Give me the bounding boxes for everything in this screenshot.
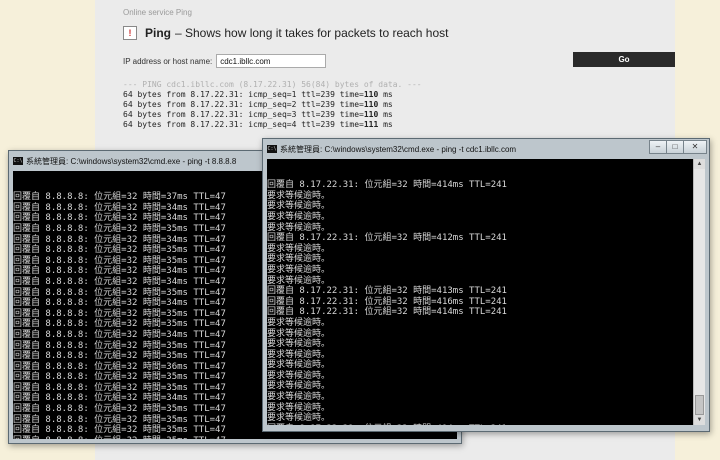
vertical-scrollbar[interactable]: ▲ ▼ xyxy=(693,159,705,425)
console-line: 要求等候逾時。 xyxy=(267,275,331,286)
console-line: 要求等候逾時。 xyxy=(267,413,331,424)
console-line: 要求等候逾時。 xyxy=(267,190,331,201)
page-subtitle: – Shows how long it takes for packets to… xyxy=(175,26,449,40)
console-line: 要求等候逾時。 xyxy=(267,349,331,360)
console-line: 要求等候逾時。 xyxy=(267,317,331,328)
scroll-up-icon[interactable]: ▲ xyxy=(694,159,705,169)
console-line: 要求等候逾時。 xyxy=(267,211,331,222)
scroll-down-icon[interactable]: ▼ xyxy=(694,415,705,425)
console-line: 要求等候逾時。 xyxy=(267,328,331,339)
console-line: 回覆自 8.17.22.31: 位元組=32 時間=412ms TTL=241 xyxy=(267,233,507,244)
cmd-console[interactable]: 回覆自 8.17.22.31: 位元組=32 時間=414ms TTL=241 要… xyxy=(267,159,693,425)
console-line: 回覆自 8.17.22.31: 位元組=32 時間=414ms TTL=241 xyxy=(267,307,507,318)
host-label: IP address or host name: xyxy=(123,56,213,66)
host-row: IP address or host name: xyxy=(123,54,327,68)
console-line: 要求等候逾時。 xyxy=(267,402,331,413)
close-button[interactable]: ✕ xyxy=(683,140,707,154)
output-line: 64 bytes from 8.17.22.31: icmp_seq=2 ttl… xyxy=(123,100,393,109)
console-line: 回覆自 8.8.8.8: 位元組=32 時間=35ms TTL=47 xyxy=(13,436,457,439)
cmd-window-cdc1[interactable]: C:\ 系統管理員: C:\windows\system32\cmd.exe -… xyxy=(262,138,710,432)
cmd-title: 系統管理員: C:\windows\system32\cmd.exe - pin… xyxy=(280,144,517,154)
console-line: 要求等候逾時。 xyxy=(267,370,331,381)
page-title-row: ! Ping – Shows how long it takes for pac… xyxy=(123,26,448,40)
service-label: Online service Ping xyxy=(123,8,192,17)
host-input[interactable] xyxy=(216,54,327,68)
cmd-titlebar[interactable]: C:\ 系統管理員: C:\windows\system32\cmd.exe -… xyxy=(263,139,709,159)
minimize-button[interactable]: – xyxy=(649,140,667,154)
console-line: 要求等候逾時。 xyxy=(267,264,331,275)
console-line: 回覆自 8.17.22.31: 位元組=32 時間=414ms TTL=241 xyxy=(267,180,507,191)
cmd-icon: C:\ xyxy=(13,157,23,165)
output-line: 64 bytes from 8.17.22.31: icmp_seq=1 ttl… xyxy=(123,90,393,99)
console-line: 要求等候逾時。 xyxy=(267,254,331,265)
console-line: 要求等候逾時。 xyxy=(267,222,331,233)
console-line: 要求等候逾時。 xyxy=(267,381,331,392)
console-line: 要求等候逾時。 xyxy=(267,360,331,371)
maximize-button[interactable]: □ xyxy=(666,140,684,154)
console-line: 要求等候逾時。 xyxy=(267,392,331,403)
go-button[interactable]: Go xyxy=(573,52,675,67)
console-line: 回覆自 8.17.22.31: 位元組=32 時間=416ms TTL=241 xyxy=(267,296,507,307)
ping-output: --- PING cdc1.ibllc.com (8.17.22.31) 56(… xyxy=(123,80,422,130)
scroll-thumb[interactable] xyxy=(695,395,704,415)
cmd-title: 系統管理員: C:\windows\system32\cmd.exe - pin… xyxy=(26,156,237,166)
ping-icon: ! xyxy=(123,26,137,40)
output-header: --- PING cdc1.ibllc.com (8.17.22.31) 56(… xyxy=(123,80,422,89)
output-line: 64 bytes from 8.17.22.31: icmp_seq=4 ttl… xyxy=(123,120,393,129)
console-lines: 回覆自 8.17.22.31: 位元組=32 時間=414ms TTL=241 要… xyxy=(267,180,693,425)
console-line: 回覆自 8.17.22.31: 位元組=32 時間=413ms TTL=241 xyxy=(267,286,507,297)
console-line: 要求等候逾時。 xyxy=(267,201,331,212)
cmd-icon: C:\ xyxy=(267,145,277,153)
console-line: 要求等候逾時。 xyxy=(267,339,331,350)
output-line: 64 bytes from 8.17.22.31: icmp_seq=3 ttl… xyxy=(123,110,393,119)
console-line: 回覆自 8.17.22.31: 位元組=32 時間=414ms TTL=241 xyxy=(267,424,693,425)
console-line: 要求等候逾時。 xyxy=(267,243,331,254)
page-title: Ping xyxy=(145,26,171,40)
